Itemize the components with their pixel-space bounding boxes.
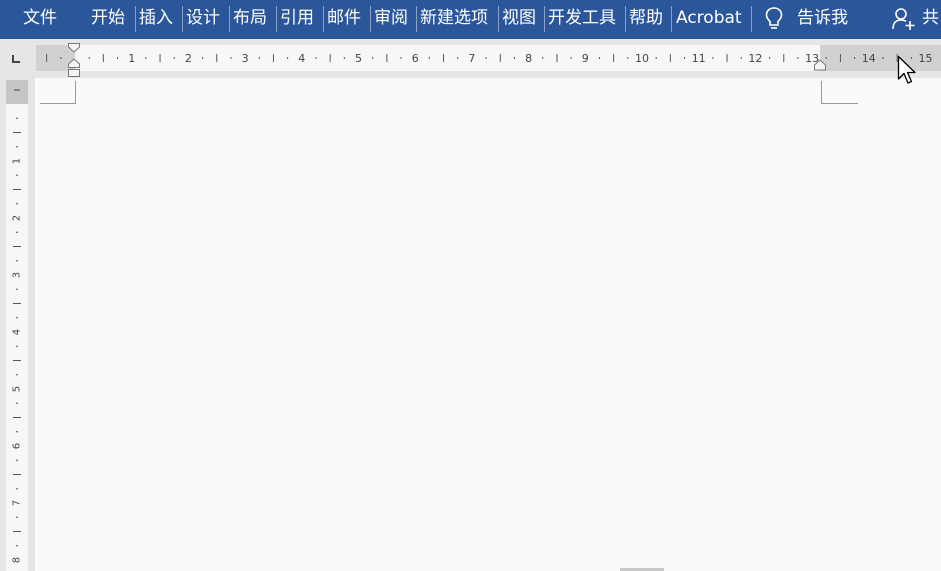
ruler-number: 7 (468, 52, 475, 65)
indent-markers[interactable] (66, 42, 82, 80)
ruler-number: 4 (12, 329, 23, 335)
person-add-icon[interactable] (891, 6, 917, 32)
tab-acrobat[interactable]: Acrobat (676, 0, 742, 36)
horizontal-ruler[interactable]: 1 2 3 4 5 6 7 8 9 10 11 12 13 14 15 (36, 45, 941, 71)
tab-file[interactable]: 文件 (23, 0, 57, 36)
tab-separator (229, 6, 230, 32)
tab-developer[interactable]: 开发工具 (548, 0, 616, 36)
ruler-number: 7 (12, 500, 23, 506)
ruler-number: 8 (12, 557, 23, 563)
ruler-number: 6 (12, 443, 23, 449)
tab-mailings[interactable]: 邮件 (327, 0, 361, 36)
tab-design[interactable]: 设计 (186, 0, 220, 36)
lightbulb-icon[interactable] (762, 5, 786, 33)
ruler-number: 14 (862, 52, 876, 65)
tab-separator (182, 6, 183, 32)
tab-review[interactable]: 审阅 (374, 0, 408, 36)
ribbon-tab-bar: 文件 开始 插入 设计 布局 引用 邮件 审阅 新建选项 视图 开发工具 帮助 … (0, 0, 941, 39)
tab-layout[interactable]: 布局 (233, 0, 267, 36)
left-tab-stop-icon[interactable] (11, 54, 21, 64)
ruler-number: 1 (12, 158, 23, 164)
tab-help[interactable]: 帮助 (629, 0, 663, 36)
ruler-number: 2 (185, 52, 192, 65)
ruler-number: 3 (242, 52, 249, 65)
tab-separator (276, 6, 277, 32)
tab-new-options[interactable]: 新建选项 (420, 0, 488, 36)
tab-separator (323, 6, 324, 32)
share-button[interactable]: 共 (922, 0, 939, 36)
tab-separator (370, 6, 371, 32)
document-page[interactable] (35, 78, 941, 571)
tab-separator (625, 6, 626, 32)
ruler-number: 15 (919, 52, 933, 65)
tab-insert[interactable]: 插入 (139, 0, 173, 36)
ruler-ticks: 1 2 3 4 5 6 7 8 9 10 11 12 13 14 15 (46, 52, 933, 65)
vertical-ruler-ticks: 1 2 3 4 5 6 7 8 (12, 89, 23, 563)
ruler-number: 3 (12, 272, 23, 278)
tab-separator (135, 6, 136, 32)
mouse-pointer-icon (897, 55, 916, 84)
ruler-number: 11 (692, 52, 706, 65)
left-crop-mark (40, 81, 76, 104)
tell-me-search[interactable]: 告诉我 (797, 0, 848, 36)
tab-references[interactable]: 引用 (280, 0, 314, 36)
tab-home[interactable]: 开始 (91, 0, 125, 36)
tab-separator (498, 6, 499, 32)
ruler-number: 5 (355, 52, 362, 65)
ruler-number: 9 (582, 52, 589, 65)
right-crop-mark (821, 81, 858, 104)
tab-separator (671, 6, 672, 32)
ruler-number: 5 (12, 386, 23, 392)
right-indent-marker[interactable] (813, 59, 827, 71)
tab-view[interactable]: 视图 (502, 0, 536, 36)
tab-separator (544, 6, 545, 32)
ruler-number: 8 (525, 52, 532, 65)
ruler-number: 1 (128, 52, 135, 65)
ruler-number: 12 (748, 52, 762, 65)
tab-separator (416, 6, 417, 32)
vertical-ruler[interactable]: 1 2 3 4 5 6 7 8 (6, 80, 28, 571)
ruler-number: 6 (412, 52, 419, 65)
ruler-number: 10 (635, 52, 649, 65)
tab-separator (751, 6, 752, 32)
ruler-number: 2 (12, 215, 23, 221)
ruler-number: 4 (298, 52, 305, 65)
